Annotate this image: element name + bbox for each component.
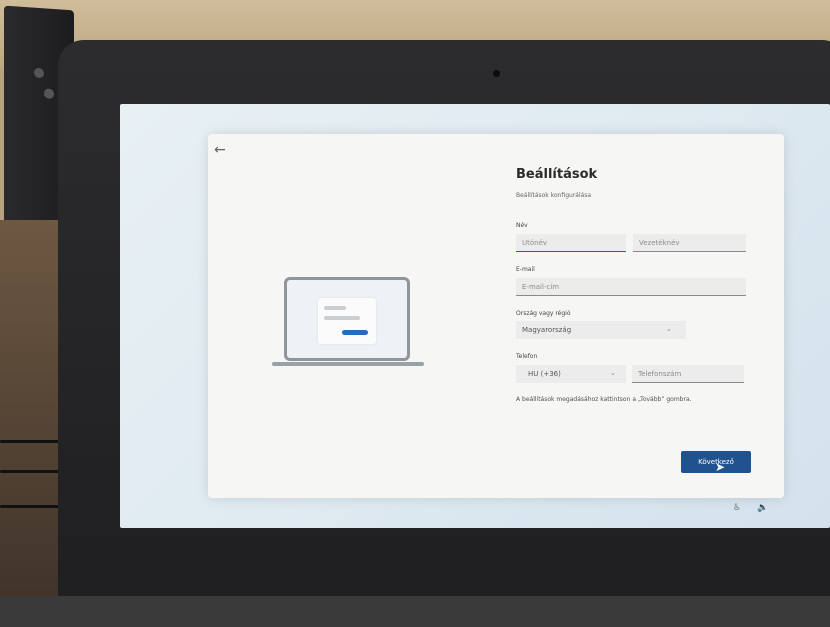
- volume-icon[interactable]: 🔈: [757, 503, 768, 513]
- country-value: Magyarország: [522, 326, 572, 334]
- name-label: Név: [516, 222, 528, 229]
- phone-code-value: HU (+36): [528, 370, 561, 378]
- chevron-down-icon: ⌄: [610, 369, 616, 377]
- accessibility-icon[interactable]: ♿: [733, 503, 741, 513]
- phone-label: Telefon: [516, 353, 538, 360]
- hint-text: A beállítások megadásához kattintson a „…: [516, 396, 692, 403]
- webcam: [493, 70, 500, 77]
- pc-port: [34, 67, 44, 79]
- chevron-down-icon: ⌄: [666, 325, 672, 333]
- page-title: Beállítások: [516, 167, 598, 182]
- phone-number-field[interactable]: Telefonszám: [632, 365, 744, 383]
- country-label: Ország vagy régió: [516, 310, 571, 317]
- laptop-illustration-base: [272, 362, 424, 366]
- arrow-left-icon[interactable]: ←: [214, 142, 226, 158]
- last-name-field[interactable]: Vezetéknév: [633, 234, 746, 252]
- illustration-line: [324, 306, 346, 310]
- first-name-field[interactable]: Utónév: [516, 234, 626, 252]
- keyboard-deck: [0, 596, 830, 627]
- illustration-button: [342, 330, 368, 335]
- country-select[interactable]: Magyarország: [516, 321, 686, 339]
- pc-port: [44, 88, 54, 100]
- email-label: E-mail: [516, 266, 535, 273]
- email-field[interactable]: E-mail-cím: [516, 278, 746, 296]
- mouse-cursor: ➤: [715, 460, 726, 474]
- page-subtitle: Beállítások konfigurálása: [516, 192, 592, 199]
- illustration-line: [324, 316, 360, 320]
- illustration-card: [318, 298, 376, 344]
